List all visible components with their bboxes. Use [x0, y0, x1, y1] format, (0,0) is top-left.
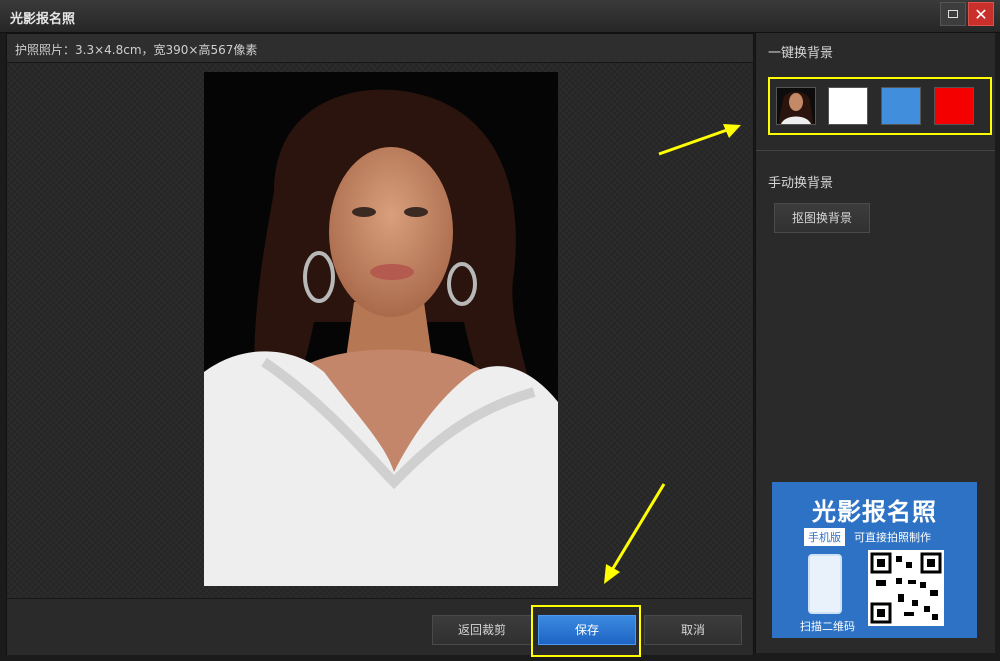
section-divider: [756, 150, 995, 151]
maximize-icon: [948, 10, 958, 18]
quick-bg-title: 一键换背景: [768, 46, 834, 61]
promo-title: 光影报名照: [812, 498, 937, 526]
close-icon: ✕: [974, 4, 988, 24]
cutout-bg-button[interactable]: 抠图换背景: [774, 203, 870, 233]
promo-scan-text: 扫描二维码: [800, 620, 855, 633]
window-title: 光影报名照: [10, 12, 76, 27]
portrait-image: [204, 72, 558, 586]
arrow-to-swatches-icon: [658, 124, 741, 156]
swatch-white[interactable]: [828, 87, 868, 125]
manual-bg-title: 手动换背景: [768, 176, 834, 191]
save-button[interactable]: 保存: [538, 615, 636, 645]
promo-subtitle: 可直接拍照制作: [854, 531, 931, 544]
close-button[interactable]: ✕: [968, 2, 994, 26]
original-thumbnail-icon: [779, 91, 813, 124]
back-to-crop-button[interactable]: 返回裁剪: [432, 615, 532, 645]
promo-banner[interactable]: 光影报名照 手机版 可直接拍照制作 扫描二维码: [772, 482, 977, 638]
cancel-button[interactable]: 取消: [644, 615, 742, 645]
title-bar: 光影报名照 ✕: [0, 0, 1000, 33]
promo-badge: 手机版: [804, 528, 845, 546]
photo-spec-text: 护照照片：3.3×4.8cm，宽390×高567像素: [15, 43, 258, 57]
background-panel: 一键换背景 手动换背景 抠图换背景 光影报名照 手机版 可直接拍照制作 扫描二维…: [755, 33, 995, 653]
swatch-red[interactable]: [934, 87, 974, 125]
photo-info-bar: 护照照片：3.3×4.8cm，宽390×高567像素: [7, 34, 753, 63]
action-bar: 返回裁剪 保存 取消: [7, 598, 753, 657]
arrow-to-save-icon: [604, 483, 666, 584]
swatch-original[interactable]: [776, 87, 816, 125]
qr-code-icon: [868, 550, 944, 626]
swatch-blue[interactable]: [881, 87, 921, 125]
phone-icon: [808, 554, 842, 614]
swatch-highlight-box: [768, 77, 992, 135]
photo-preview: [204, 72, 558, 586]
maximize-button[interactable]: [940, 2, 966, 26]
